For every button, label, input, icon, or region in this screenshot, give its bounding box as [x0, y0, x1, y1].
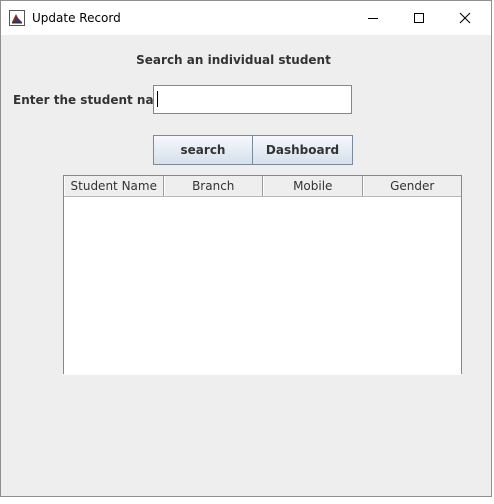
minimize-icon [368, 18, 378, 19]
column-header-branch[interactable]: Branch [163, 176, 263, 196]
form-heading: Search an individual student [136, 53, 331, 67]
update-record-window: Update Record Search an individual stude… [0, 0, 492, 497]
table-header: Student Name Branch Mobile Gender [64, 176, 461, 197]
text-caret [157, 91, 158, 107]
students-table[interactable]: Student Name Branch Mobile Gender [63, 175, 462, 375]
close-icon [459, 12, 471, 24]
window-title: Update Record [32, 11, 121, 25]
column-header-student-name[interactable]: Student Name [64, 176, 164, 196]
column-header-mobile[interactable]: Mobile [263, 176, 363, 196]
maximize-button[interactable] [396, 1, 442, 35]
student-name-input[interactable] [153, 85, 352, 114]
dashboard-button[interactable]: Dashboard [252, 135, 353, 165]
title-bar[interactable]: Update Record [1, 1, 491, 35]
table-body[interactable] [64, 197, 461, 375]
maximize-icon [414, 13, 424, 23]
close-button[interactable] [442, 1, 488, 35]
column-header-gender[interactable]: Gender [362, 176, 462, 196]
minimize-button[interactable] [350, 1, 396, 35]
java-cup-icon [9, 10, 25, 26]
search-button[interactable]: search [153, 135, 253, 165]
